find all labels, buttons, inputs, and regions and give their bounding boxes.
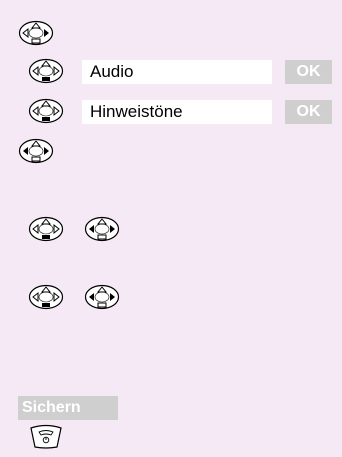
menu-item-audio[interactable]: Audio <box>82 60 272 84</box>
nav-key-left-right-icon <box>18 138 54 164</box>
nav-key-up-down-icon <box>28 98 64 124</box>
ok-softkey-hinweistoene[interactable]: OK <box>285 100 332 124</box>
nav-key-left-right-icon <box>84 216 120 242</box>
nav-key-left-right-icon <box>84 284 120 310</box>
save-softkey[interactable]: Sichern <box>18 396 118 420</box>
nav-key-up-down-icon <box>28 284 64 310</box>
ok-softkey-audio[interactable]: OK <box>285 60 332 84</box>
nav-key-down-icon <box>18 20 54 46</box>
end-call-key-icon[interactable] <box>28 424 64 450</box>
nav-key-up-down-icon <box>28 58 64 84</box>
instruction-panel: Audio OK Hinweistöne OK Sichern <box>0 0 342 457</box>
menu-item-hinweistoene[interactable]: Hinweistöne <box>82 100 272 124</box>
nav-key-up-down-icon <box>28 216 64 242</box>
